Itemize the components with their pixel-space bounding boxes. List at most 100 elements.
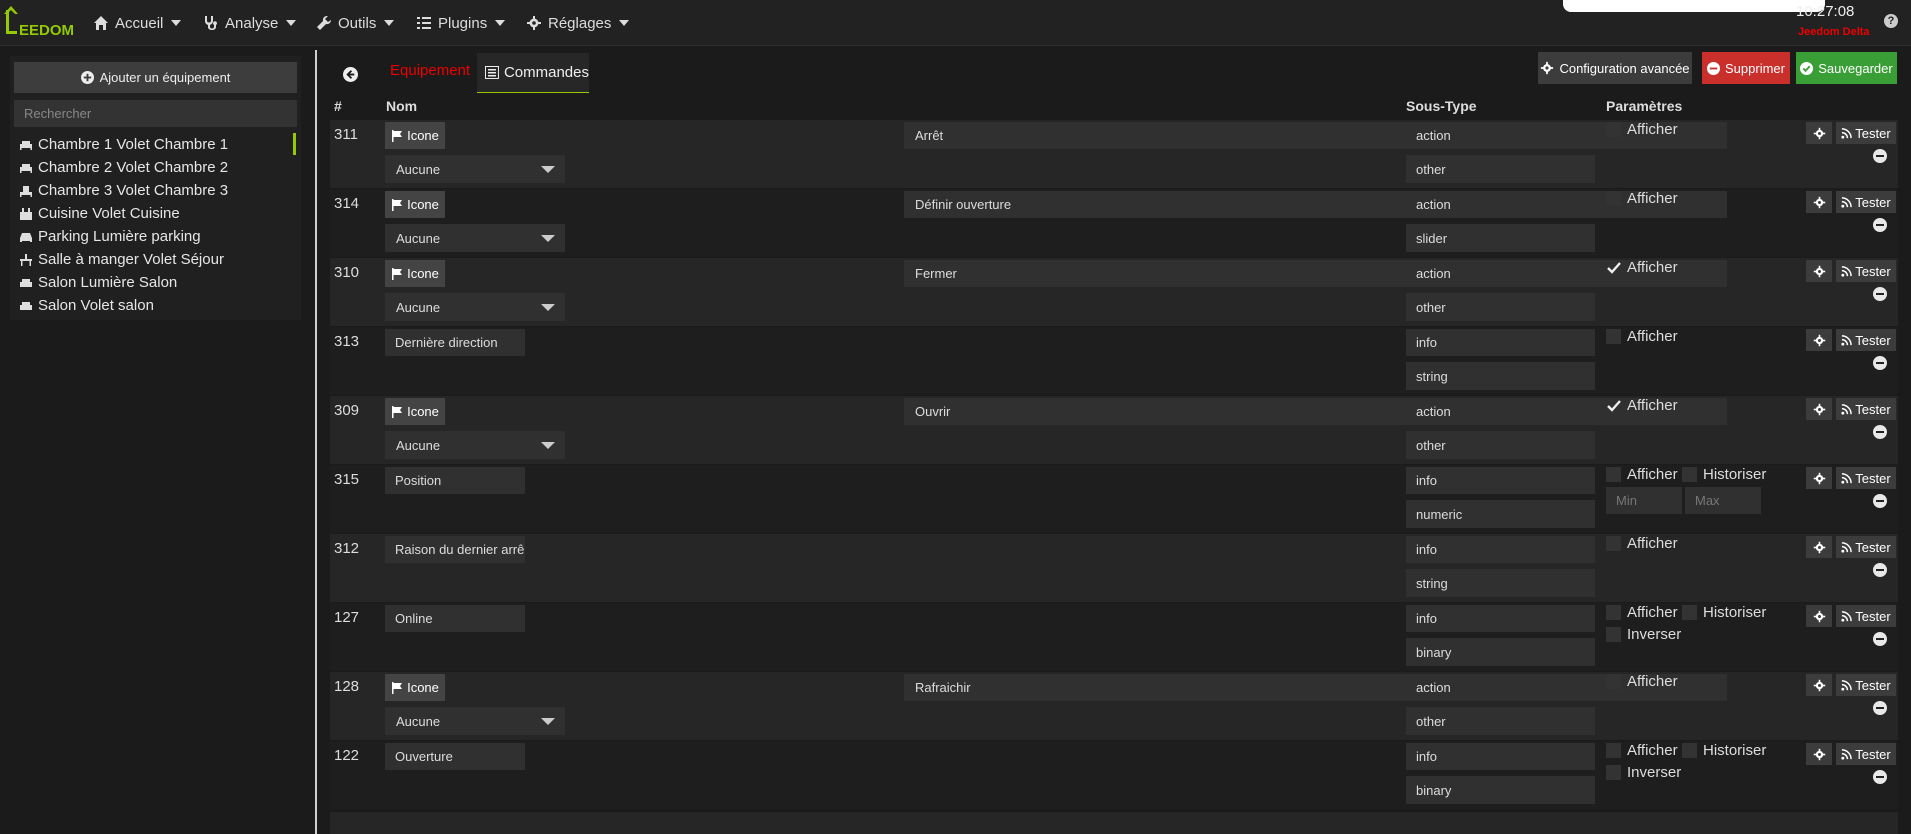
test-button[interactable]: Tester xyxy=(1836,467,1896,489)
advanced-config-button[interactable]: Configuration avancée xyxy=(1538,52,1692,84)
equipment-item[interactable]: Salle à manger Volet Séjour xyxy=(19,248,297,271)
afficher-checkbox[interactable] xyxy=(1606,191,1621,206)
afficher-checkbox[interactable] xyxy=(1606,329,1621,344)
test-button[interactable]: Tester xyxy=(1836,605,1896,627)
jeedom-logo[interactable]: EEDOM xyxy=(4,4,76,40)
value-select[interactable]: Aucune xyxy=(385,707,565,735)
cmd-name-input[interactable]: Définir ouverture xyxy=(904,191,1727,218)
test-button[interactable]: Tester xyxy=(1836,260,1896,282)
instance-name[interactable]: Jeedom Delta xyxy=(1798,26,1870,38)
cmd-subtype[interactable]: binary xyxy=(1406,638,1595,666)
afficher-option[interactable]: Afficher xyxy=(1606,259,1678,276)
test-button[interactable]: Tester xyxy=(1836,122,1896,144)
cmd-type[interactable]: action xyxy=(1406,674,1595,701)
cmd-type[interactable]: action xyxy=(1406,398,1595,425)
remove-cmd-icon[interactable] xyxy=(1873,701,1887,715)
inverser-checkbox[interactable] xyxy=(1606,627,1621,642)
equipment-item[interactable]: Cuisine Volet Cuisine xyxy=(19,202,297,225)
afficher-option[interactable]: Afficher xyxy=(1606,604,1678,621)
historiser-checkbox[interactable] xyxy=(1682,743,1697,758)
test-button[interactable]: Tester xyxy=(1836,536,1896,558)
inverser-option[interactable]: Inverser xyxy=(1606,764,1681,781)
afficher-option[interactable]: Afficher xyxy=(1606,190,1678,207)
afficher-option[interactable]: Afficher xyxy=(1606,328,1678,345)
cmd-subtype[interactable]: numeric xyxy=(1406,500,1595,528)
equipment-item[interactable]: Chambre 3 Volet Chambre 3 xyxy=(19,179,297,202)
test-button[interactable]: Tester xyxy=(1836,674,1896,696)
cmd-name-input[interactable]: Fermer xyxy=(904,260,1727,287)
menu-plugins[interactable]: Plugins xyxy=(416,0,506,46)
cmd-type[interactable]: info xyxy=(1406,329,1595,356)
afficher-checkbox[interactable] xyxy=(1606,536,1621,551)
equipment-item[interactable]: Parking Lumière parking xyxy=(19,225,297,248)
cmd-config-button[interactable] xyxy=(1806,605,1832,627)
test-button[interactable]: Tester xyxy=(1836,329,1896,351)
afficher-option[interactable]: Afficher xyxy=(1606,535,1678,552)
cmd-subtype[interactable]: binary xyxy=(1406,776,1595,804)
cmd-config-button[interactable] xyxy=(1806,122,1832,144)
cmd-name-input[interactable]: Position xyxy=(385,467,525,494)
test-button[interactable]: Tester xyxy=(1836,743,1896,765)
remove-cmd-icon[interactable] xyxy=(1873,632,1887,646)
equipment-item[interactable]: Salon Volet salon xyxy=(19,294,297,317)
afficher-option[interactable]: Afficher xyxy=(1606,742,1678,759)
tab-commandes[interactable]: Commandes xyxy=(477,53,589,93)
afficher-checkbox[interactable] xyxy=(1606,605,1621,620)
cmd-name-input[interactable]: Arrêt xyxy=(904,122,1727,149)
equipment-item[interactable]: Chambre 2 Volet Chambre 2 xyxy=(19,156,297,179)
max-input[interactable]: Max xyxy=(1685,487,1761,514)
cmd-type[interactable]: info xyxy=(1406,467,1595,494)
remove-cmd-icon[interactable] xyxy=(1873,563,1887,577)
inverser-checkbox[interactable] xyxy=(1606,765,1621,780)
cmd-config-button[interactable] xyxy=(1806,191,1832,213)
cmd-name-input[interactable]: Online xyxy=(385,605,525,632)
add-equipment-button[interactable]: Ajouter un équipement xyxy=(14,62,297,93)
value-select[interactable]: Aucune xyxy=(385,293,565,321)
remove-cmd-icon[interactable] xyxy=(1873,494,1887,508)
cmd-name-input[interactable]: Rafraichir xyxy=(904,674,1727,701)
remove-cmd-icon[interactable] xyxy=(1873,356,1887,370)
tab-equipement[interactable]: Equipement xyxy=(390,62,470,79)
choose-icon-button[interactable]: Icone xyxy=(385,191,445,218)
back-button[interactable] xyxy=(330,58,370,90)
check-icon[interactable] xyxy=(1606,260,1621,275)
help-icon[interactable]: ? xyxy=(1884,14,1898,28)
value-select[interactable]: Aucune xyxy=(385,431,565,459)
cmd-type[interactable]: info xyxy=(1406,743,1595,770)
check-icon[interactable] xyxy=(1606,398,1621,413)
cmd-subtype[interactable]: other xyxy=(1406,431,1595,459)
remove-cmd-icon[interactable] xyxy=(1873,218,1887,232)
afficher-option[interactable]: Afficher xyxy=(1606,673,1678,690)
cmd-config-button[interactable] xyxy=(1806,467,1832,489)
test-button[interactable]: Tester xyxy=(1836,398,1896,420)
delete-button[interactable]: Supprimer xyxy=(1702,52,1790,84)
menu-analyse[interactable]: Analyse xyxy=(203,0,297,46)
cmd-subtype[interactable]: string xyxy=(1406,569,1595,597)
equipment-item[interactable]: Chambre 1 Volet Chambre 1 xyxy=(19,133,297,156)
cmd-name-input[interactable]: Dernière direction xyxy=(385,329,525,356)
equipment-item[interactable]: Salon Lumière Salon xyxy=(19,271,297,294)
historiser-option[interactable]: Historiser xyxy=(1682,466,1766,483)
menu-reglages[interactable]: Réglages xyxy=(526,0,630,46)
value-select[interactable]: Aucune xyxy=(385,155,565,183)
cmd-name-input[interactable]: Ouvrir xyxy=(904,398,1727,425)
cmd-type[interactable]: action xyxy=(1406,122,1595,149)
historiser-option[interactable]: Historiser xyxy=(1682,742,1766,759)
menu-accueil[interactable]: Accueil xyxy=(93,0,182,46)
remove-cmd-icon[interactable] xyxy=(1873,149,1887,163)
afficher-option[interactable]: Afficher xyxy=(1606,397,1678,414)
menu-outils[interactable]: Outils xyxy=(316,0,395,46)
cmd-subtype[interactable]: slider xyxy=(1406,224,1595,252)
cmd-type[interactable]: info xyxy=(1406,605,1595,632)
cmd-subtype[interactable]: string xyxy=(1406,362,1595,390)
test-button[interactable]: Tester xyxy=(1836,191,1896,213)
cmd-config-button[interactable] xyxy=(1806,398,1832,420)
cmd-config-button[interactable] xyxy=(1806,260,1832,282)
afficher-option[interactable]: Afficher xyxy=(1606,466,1678,483)
cmd-config-button[interactable] xyxy=(1806,674,1832,696)
choose-icon-button[interactable]: Icone xyxy=(385,260,445,287)
afficher-checkbox[interactable] xyxy=(1606,674,1621,689)
cmd-subtype[interactable]: other xyxy=(1406,293,1595,321)
afficher-option[interactable]: Afficher xyxy=(1606,121,1678,138)
historiser-option[interactable]: Historiser xyxy=(1682,604,1766,621)
